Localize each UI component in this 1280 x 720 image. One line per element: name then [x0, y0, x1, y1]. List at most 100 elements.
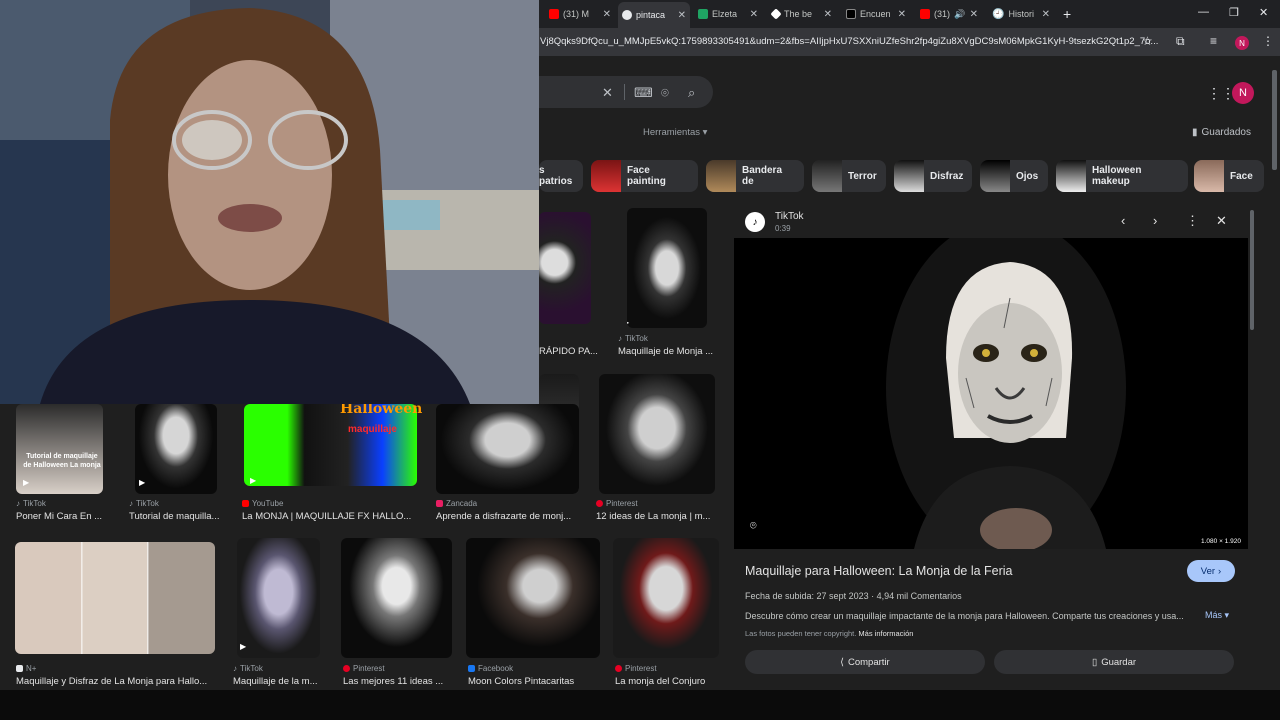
result-title[interactable]: Maquillaje de la m... — [233, 676, 323, 687]
more-info-link[interactable]: Más información — [858, 629, 913, 638]
saved-link[interactable]: ▮ Guardados — [1192, 127, 1251, 138]
result-image[interactable] — [599, 374, 715, 494]
tab-youtube-2[interactable]: (31) 🔊 ✕ — [916, 4, 982, 24]
close-tab-icon[interactable]: ✕ — [603, 9, 611, 20]
tiktok-icon — [846, 9, 856, 19]
tab-tiktok[interactable]: Encuen ✕ — [842, 4, 910, 24]
result-source: Pinterest — [596, 499, 638, 508]
previous-icon[interactable]: ‹ — [1121, 213, 1125, 228]
speaker-icon[interactable]: 🔊 — [954, 9, 965, 20]
save-button[interactable]: ▯ Guardar — [994, 650, 1234, 674]
result-source: Pinterest — [343, 664, 385, 673]
close-tab-icon[interactable]: ✕ — [970, 9, 978, 20]
chip-bandera[interactable]: Bandera de — [706, 160, 804, 192]
chip-thumbnail — [706, 160, 736, 192]
view-button[interactable]: Ver › — [1187, 560, 1235, 582]
keyboard-icon[interactable]: ⌨ — [634, 85, 653, 101]
facebook-icon — [468, 665, 475, 672]
thumbnail-caption: Tutorial de maquillaje de Halloween La m… — [23, 453, 101, 469]
result-source: ♪ TikTok — [16, 499, 46, 508]
preview-title[interactable]: Maquillaje para Halloween: La Monja de l… — [745, 564, 1013, 578]
result-image[interactable] — [237, 538, 320, 658]
star-icon[interactable]: ☆ — [1142, 34, 1153, 48]
close-tab-icon[interactable]: ✕ — [824, 9, 832, 20]
youtube-icon — [920, 9, 930, 19]
close-tab-icon[interactable]: ✕ — [750, 9, 758, 20]
close-icon[interactable]: ✕ — [1216, 213, 1227, 229]
tab-elzeta[interactable]: Elzeta ✕ — [694, 4, 762, 24]
chip-patrios[interactable]: s patrios — [539, 160, 583, 192]
tab-youtube-1[interactable]: (31) M ✕ — [545, 4, 615, 24]
result-title[interactable]: Las mejores 11 ideas ... — [343, 676, 453, 687]
google-avatar[interactable]: N — [1232, 82, 1254, 104]
search-box[interactable] — [539, 76, 713, 108]
result-title[interactable]: Maquillaje y Disfraz de La Monja para Ha… — [16, 676, 216, 687]
new-tab-icon[interactable]: + — [1063, 6, 1071, 22]
result-title[interactable]: 12 ideas de La monja | m... — [596, 511, 716, 522]
minimize-icon[interactable]: — — [1198, 6, 1209, 18]
result-title[interactable]: Aprende a disfrazarte de monj... — [436, 511, 581, 522]
tools-menu[interactable]: Herramientas ▾ — [643, 127, 707, 138]
result-title[interactable]: Moon Colors Pintacaritas — [468, 676, 593, 687]
lens-search-icon[interactable]: ⌾ — [750, 520, 757, 533]
maximize-icon[interactable]: ❐ — [1229, 6, 1239, 19]
webcam-overlay — [0, 0, 539, 404]
result-title[interactable]: La MONJA | MAQUILLAJE FX HALLO... — [242, 511, 417, 522]
tiktok-icon: ♪ — [745, 212, 765, 232]
preview-image[interactable] — [734, 238, 1248, 549]
chip-halloween-makeup[interactable]: Halloween makeup — [1056, 160, 1188, 192]
tab-historial[interactable]: 🕘 Histori ✕ — [988, 4, 1054, 24]
close-window-icon[interactable]: ✕ — [1259, 6, 1268, 19]
next-icon[interactable]: › — [1153, 213, 1157, 228]
chip-terror[interactable]: Terror — [812, 160, 886, 192]
result-title[interactable]: Maquillaje de Monja ... — [618, 346, 718, 357]
close-tab-icon[interactable]: ✕ — [898, 9, 906, 20]
result-image[interactable]: ▶ — [627, 208, 707, 328]
divider — [624, 84, 625, 100]
result-title[interactable]: Tutorial de maquilla... — [129, 511, 224, 522]
result-image[interactable] — [135, 404, 217, 494]
result-image[interactable] — [15, 542, 215, 654]
tab-google-active[interactable]: pintaca ✕ — [618, 2, 690, 28]
more-options-icon[interactable]: ⋮ — [1186, 213, 1199, 229]
menu-icon[interactable]: ⋮ — [1262, 34, 1274, 48]
history-icon: 🕘 — [992, 8, 1005, 20]
panel-scrollbar[interactable] — [1250, 210, 1254, 330]
result-image[interactable] — [613, 538, 719, 658]
more-button[interactable]: Más ▾ — [1205, 610, 1229, 621]
result-image[interactable] — [341, 538, 452, 658]
page-scrollbar[interactable] — [1272, 70, 1277, 170]
result-source: ♪ TikTok — [233, 664, 263, 673]
close-tab-icon[interactable]: ✕ — [1042, 9, 1050, 20]
result-source: ♪ TikTok — [129, 499, 159, 508]
chip-face-painting[interactable]: Face painting — [591, 160, 698, 192]
chip-ojos[interactable]: Ojos — [980, 160, 1048, 192]
url-field[interactable]: Vj8Qqks9DfQcu_u_MMJpE5vkQ:1759893305491&… — [540, 36, 1158, 47]
result-title[interactable]: La monja del Conjuro — [615, 676, 725, 687]
preview-duration: 0:39 — [775, 224, 791, 233]
result-title[interactable]: RÁPIDO PA... — [539, 346, 609, 357]
share-button[interactable]: ⟨ Compartir — [745, 650, 985, 674]
profile-avatar[interactable]: N — [1235, 36, 1249, 50]
media-control-icon[interactable]: ≡ — [1210, 34, 1217, 48]
search-icon[interactable]: ⌕ — [688, 85, 695, 101]
chip-disfraz[interactable]: Disfraz — [894, 160, 972, 192]
clear-icon[interactable]: ✕ — [602, 85, 613, 101]
extensions-icon[interactable]: ⧉ — [1176, 34, 1185, 49]
chip-face[interactable]: Face — [1194, 160, 1264, 192]
lens-icon[interactable]: ⌾ — [661, 85, 669, 101]
tab-the-be[interactable]: The be ✕ — [768, 4, 836, 24]
result-image[interactable] — [539, 212, 591, 324]
close-tab-icon[interactable]: ✕ — [678, 10, 686, 21]
result-title[interactable]: Poner Mi Cara En ... — [16, 511, 116, 522]
chevron-down-icon: ▾ — [702, 127, 708, 138]
tiktok-icon: ♪ — [233, 664, 237, 673]
google-icon — [622, 10, 632, 20]
preview-source[interactable]: TikTok — [775, 211, 804, 222]
result-image[interactable] — [466, 538, 600, 658]
result-image[interactable] — [436, 404, 579, 494]
play-icon: ▶ — [240, 642, 247, 651]
youtube-icon — [242, 500, 249, 507]
nplus-icon — [16, 665, 23, 672]
result-source: N+ — [16, 664, 36, 673]
